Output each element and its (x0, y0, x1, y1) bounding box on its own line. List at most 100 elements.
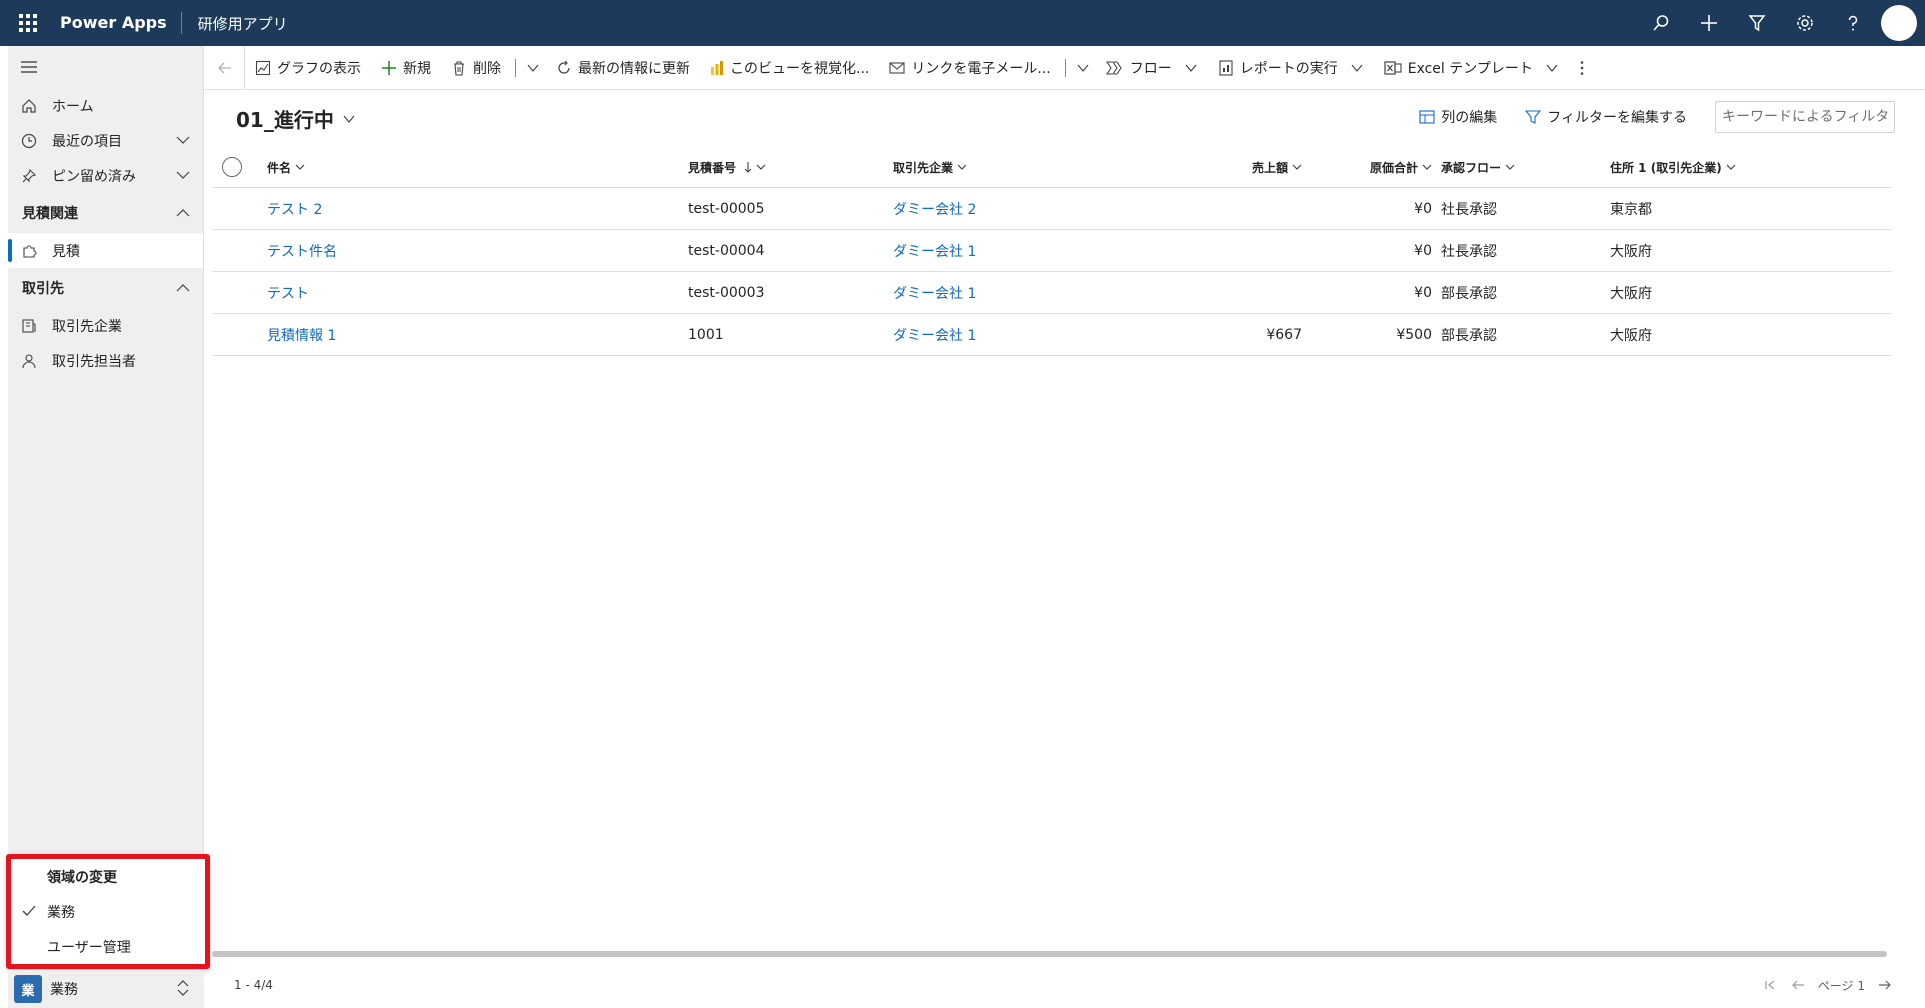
next-page-button[interactable] (1871, 974, 1899, 996)
settings-button[interactable] (1781, 0, 1829, 46)
column-header-revenue[interactable]: 売上額 (1152, 146, 1302, 188)
table-row[interactable]: テスト件名 test-00004 ダミー会社 1 ¥0 社長承認 大阪府 (212, 230, 1892, 272)
row-account-link[interactable]: ダミー会社 1 (893, 314, 976, 356)
keyword-filter-input[interactable] (1715, 101, 1895, 133)
flow-icon (1105, 60, 1122, 75)
sidebar-item-pinned[interactable]: ピン留め済み (8, 158, 203, 193)
sidebar-item-contacts[interactable]: 取引先担当者 (8, 343, 203, 378)
column-header-quote-number[interactable]: 見積番号 (688, 146, 766, 188)
excel-template-button[interactable]: Excel テンプレート (1374, 46, 1569, 90)
row-name-link[interactable]: テスト 2 (267, 188, 322, 230)
row-cost: ¥500 (1396, 327, 1432, 343)
filter-icon (1525, 110, 1542, 124)
row-approval-flow: 社長承認 (1441, 244, 1497, 260)
row-account-link[interactable]: ダミー会社 2 (893, 188, 976, 230)
edit-columns-label: 列の編集 (1441, 110, 1498, 126)
first-page-button[interactable] (1756, 974, 1784, 996)
visualize-view-label: このビューを視覚化... (730, 60, 870, 77)
column-header-label: 取引先企業 (893, 160, 954, 175)
top-bar: Power Apps 研修用アプリ (0, 0, 1925, 46)
chevron-down-icon (1351, 64, 1363, 72)
sidebar-item-home[interactable]: ホーム (8, 88, 203, 123)
refresh-icon (558, 60, 570, 74)
new-button[interactable] (1685, 0, 1733, 46)
table-row[interactable]: テスト test-00003 ダミー会社 1 ¥0 部長承認 大阪府 (212, 272, 1892, 314)
chevron-down-icon (1505, 164, 1515, 170)
column-header-cost[interactable]: 原価合計 (1302, 146, 1432, 188)
select-all-checkbox[interactable] (222, 146, 246, 188)
row-address: 大阪府 (1610, 244, 1652, 260)
gear-icon (1797, 15, 1813, 31)
sidebar-group-accounts[interactable]: 取引先 (8, 268, 203, 308)
delete-button[interactable]: 削除 (441, 46, 511, 90)
horizontal-scrollbar[interactable] (212, 951, 1887, 957)
row-account-link[interactable]: ダミー会社 1 (893, 272, 976, 314)
page-label: ページ 1 (1817, 978, 1865, 993)
arrow-left-icon (1791, 980, 1804, 990)
flow-button[interactable]: フロー (1096, 46, 1208, 90)
checkmark-icon (22, 905, 36, 916)
show-chart-button[interactable]: グラフの表示 (245, 46, 371, 90)
select-all-radio (222, 157, 242, 177)
back-button[interactable] (205, 45, 245, 90)
view-selector[interactable]: 01_進行中 (236, 104, 356, 133)
email-link-button[interactable]: リンクを電子メール... (879, 46, 1060, 90)
home-icon (22, 98, 36, 113)
row-name-link[interactable]: 見積情報 1 (267, 314, 336, 356)
run-report-button[interactable]: レポートの実行 (1208, 46, 1374, 90)
more-commands-button[interactable] (1569, 46, 1595, 90)
search-button[interactable] (1637, 0, 1685, 46)
email-more-dropdown[interactable] (1070, 46, 1096, 90)
app-launcher-button[interactable] (0, 0, 56, 46)
filter-button[interactable] (1733, 0, 1781, 46)
row-name-link[interactable]: テスト (267, 272, 309, 314)
area-switcher[interactable]: 業 業務 (8, 970, 204, 1008)
column-header-account[interactable]: 取引先企業 (893, 146, 967, 188)
row-quote-number: 1001 (688, 327, 724, 343)
refresh-button[interactable]: 最新の情報に更新 (546, 46, 700, 90)
pin-icon (22, 168, 37, 182)
sidebar-group-quotes[interactable]: 見積関連 (8, 193, 203, 233)
brand-label[interactable]: Power Apps (56, 12, 182, 34)
building-icon (22, 318, 36, 333)
row-revenue (1152, 272, 1302, 314)
row-cost: ¥0 (1414, 201, 1432, 217)
app-name[interactable]: 研修用アプリ (182, 13, 288, 34)
chevron-down-icon[interactable] (175, 132, 191, 148)
chevron-down-icon[interactable] (175, 167, 191, 183)
arrow-right-icon (1879, 980, 1891, 990)
delete-more-dropdown[interactable] (520, 46, 546, 90)
row-account-link[interactable]: ダミー会社 1 (893, 230, 976, 272)
help-button[interactable] (1829, 0, 1877, 46)
table-row[interactable]: テスト 2 test-00005 ダミー会社 2 ¥0 社長承認 東京都 (212, 188, 1892, 230)
refresh-label: 最新の情報に更新 (578, 60, 690, 77)
person-icon (22, 353, 36, 368)
area-option-business[interactable]: 業務 (11, 894, 205, 929)
visualize-view-button[interactable]: このビューを視覚化... (700, 46, 879, 90)
area-badge: 業 (14, 975, 42, 1003)
user-avatar[interactable] (1881, 5, 1917, 41)
sort-down-icon (744, 162, 752, 173)
column-header-approval-flow[interactable]: 承認フロー (1441, 146, 1515, 188)
sidebar-toggle-button[interactable] (8, 46, 203, 88)
row-name-link[interactable]: テスト件名 (267, 230, 337, 272)
previous-page-button[interactable] (1784, 974, 1812, 996)
edit-columns-button[interactable]: 列の編集 (1405, 107, 1511, 127)
edit-filters-button[interactable]: フィルターを編集する (1511, 107, 1701, 127)
help-icon (1848, 15, 1858, 31)
row-approval-flow: 部長承認 (1441, 286, 1497, 302)
sidebar-item-label: ホーム (52, 98, 94, 115)
chevron-down-icon (295, 164, 305, 170)
sidebar-item-recent[interactable]: 最近の項目 (8, 123, 203, 158)
column-header-address[interactable]: 住所 1 (取引先企業) (1610, 146, 1736, 188)
table-row[interactable]: 見積情報 1 1001 ダミー会社 1 ¥667 ¥500 部長承認 大阪府 (212, 314, 1892, 356)
new-record-button[interactable]: 新規 (371, 46, 441, 90)
powerbi-icon (711, 60, 723, 75)
row-address: 大阪府 (1610, 286, 1652, 302)
chevron-up-icon (176, 284, 190, 292)
column-header-name[interactable]: 件名 (267, 146, 305, 188)
view-tools: 列の編集 フィルターを編集する (1405, 101, 1895, 133)
sidebar-item-account-companies[interactable]: 取引先企業 (8, 308, 203, 343)
area-option-user-management[interactable]: ユーザー管理 (11, 929, 205, 964)
sidebar-item-quote[interactable]: 見積 (8, 233, 203, 268)
